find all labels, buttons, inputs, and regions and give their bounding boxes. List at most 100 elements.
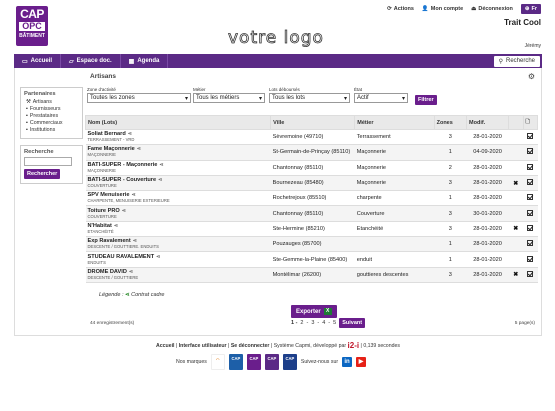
cell-check[interactable] bbox=[523, 205, 538, 222]
cell-check[interactable] bbox=[523, 221, 538, 238]
sidebar-item-fournisseurs[interactable]: ▪ Fournisseurs bbox=[24, 106, 79, 113]
checkbox-checked-icon[interactable] bbox=[527, 179, 534, 186]
col-doc: 🗋 bbox=[522, 115, 539, 130]
col-ville[interactable]: Ville bbox=[270, 115, 356, 130]
page-link[interactable]: 4 bbox=[322, 320, 325, 326]
cell-nom[interactable]: Toiture PRO ⋖ COUVERTURE bbox=[85, 205, 271, 222]
sidebar-item-institutions[interactable]: ▪ Institutions bbox=[24, 127, 79, 134]
brand-logo-1-icon[interactable]: ◠ bbox=[210, 354, 225, 370]
cell-nom[interactable]: N'Habitat ⋖ ETANCHÉITÉ bbox=[85, 221, 271, 238]
menu-accueil[interactable]: ▭ Accueil bbox=[14, 54, 62, 68]
legend-label: Légende : bbox=[99, 292, 124, 298]
page-link[interactable]: 5 bbox=[333, 320, 336, 326]
cell-nom[interactable]: STUDEAU RAVALEMENT ⋖ ENDUITS bbox=[85, 251, 271, 268]
sidebar-item-artisans[interactable]: ⚒ Artisans bbox=[24, 99, 79, 106]
share-icon[interactable]: ⋖ bbox=[158, 177, 162, 183]
table-row[interactable]: BATI-SUPER - Couverture ⋖ COUVERTURE Bourne… bbox=[85, 175, 538, 192]
table-row[interactable]: STUDEAU RAVALEMENT ⋖ ENDUITS Ste-Gemme-la-P… bbox=[85, 251, 538, 268]
share-icon[interactable]: ⋖ bbox=[159, 162, 163, 168]
cell-check[interactable] bbox=[523, 267, 538, 283]
close-icon[interactable]: ✖ bbox=[513, 181, 518, 187]
table-row[interactable]: Exp Ravalement ⋖ DESCENTE / GOUTTIERE. END… bbox=[85, 236, 538, 253]
table-row[interactable]: SPV Menuiserie ⋖ CHARPENTE, MENUISERIE EXT… bbox=[85, 190, 538, 207]
language-button[interactable]: ⊕ Fr bbox=[520, 4, 541, 14]
checkbox-checked-icon[interactable] bbox=[527, 133, 534, 140]
developer-logo-icon[interactable]: i2-i bbox=[348, 341, 360, 350]
cell-check[interactable] bbox=[523, 175, 538, 192]
chevron-down-icon: ▾ bbox=[184, 95, 188, 102]
table-row[interactable]: Toiture PRO ⋖ COUVERTURE Chantonnay (85110)… bbox=[85, 205, 538, 222]
footer-interface-link[interactable]: Interface utilisateur bbox=[179, 343, 227, 349]
checkbox-checked-icon[interactable] bbox=[527, 224, 534, 231]
col-modif[interactable]: Modif. bbox=[466, 115, 510, 130]
sidebar-item-prestataires[interactable]: ▪ Prestataires bbox=[24, 113, 79, 120]
lots-select[interactable]: Tous les lots ▾ bbox=[269, 93, 350, 103]
metier-select[interactable]: Tous les métiers ▾ bbox=[193, 93, 265, 103]
cap-opc-logo[interactable]: CAP OPC BÂTIMENT bbox=[16, 6, 48, 46]
col-zones[interactable]: Zones bbox=[433, 115, 468, 130]
share-icon[interactable]: ⋖ bbox=[156, 254, 160, 260]
close-icon[interactable]: ✖ bbox=[513, 272, 518, 278]
cell-delete[interactable]: ✖ bbox=[508, 175, 524, 192]
filtrer-button[interactable]: Filtrer bbox=[415, 95, 437, 105]
cell-nom[interactable]: SPV Menuiserie ⋖ CHARPENTE, MENUISERIE EXT… bbox=[85, 190, 271, 207]
search-button[interactable]: ⚲ Recherche bbox=[493, 55, 540, 67]
menu-espace-doc[interactable]: ▱ Espace doc. bbox=[61, 54, 121, 68]
checkbox-checked-icon[interactable] bbox=[527, 240, 534, 247]
cell-nom[interactable]: DROME DAVID ⋖ DESCENTE / GOUTTIERE bbox=[85, 267, 271, 283]
table-row[interactable]: DROME DAVID ⋖ DESCENTE / GOUTTIERE Montélim… bbox=[85, 267, 538, 283]
linkedin-icon[interactable]: in bbox=[342, 357, 353, 367]
zone-select[interactable]: Toutes les zones ▾ bbox=[87, 93, 191, 103]
cell-check[interactable] bbox=[523, 129, 538, 146]
table-row[interactable]: Fame Maçonnerie ⋖ MAÇONNERIE St-Germain-de-… bbox=[85, 144, 538, 161]
etat-select[interactable]: Actif ▾ bbox=[354, 93, 408, 103]
cell-nom[interactable]: Exp Ravalement ⋖ DESCENTE / GOUTTIERE. END… bbox=[85, 236, 271, 253]
brand-logo-2-icon[interactable]: CAP bbox=[228, 354, 243, 370]
table-row[interactable]: N'Habitat ⋖ ETANCHÉITÉ Ste-Hermine (85210) E… bbox=[85, 221, 538, 238]
checkbox-checked-icon[interactable] bbox=[527, 163, 534, 170]
share-icon[interactable]: ⋖ bbox=[114, 223, 118, 229]
col-metier[interactable]: Métier bbox=[354, 115, 435, 130]
share-icon[interactable]: ⋖ bbox=[137, 146, 141, 152]
deconnexion-link[interactable]: ⏏ Déconnexion bbox=[471, 6, 513, 12]
checkbox-checked-icon[interactable] bbox=[527, 209, 534, 216]
youtube-icon[interactable]: ▶ bbox=[356, 357, 367, 367]
cell-modif: 28-01-2020 bbox=[466, 160, 509, 176]
cell-nom[interactable]: Fame Maçonnerie ⋖ MAÇONNERIE bbox=[85, 144, 271, 161]
sidebar-search-input[interactable] bbox=[24, 157, 72, 166]
footer-accueil-link[interactable]: Accueil bbox=[156, 343, 174, 349]
close-icon[interactable]: ✖ bbox=[513, 226, 518, 232]
cell-nom[interactable]: BATI-SUPER - Maçonnerie ⋖ MAÇONNERIE bbox=[85, 160, 271, 176]
brand-logo-3-icon[interactable]: CAP bbox=[246, 354, 261, 370]
cell-delete[interactable]: ✖ bbox=[508, 221, 524, 238]
exporter-button[interactable]: Exporter X bbox=[291, 305, 337, 318]
col-nom[interactable]: Nom (Lots) bbox=[84, 115, 272, 130]
cell-check[interactable] bbox=[523, 236, 538, 253]
brand-logo-5-icon[interactable]: CAP bbox=[282, 354, 297, 370]
checkbox-checked-icon[interactable] bbox=[527, 255, 534, 262]
checkbox-checked-icon[interactable] bbox=[527, 270, 534, 277]
suivant-button[interactable]: Suivant bbox=[339, 318, 366, 328]
cell-nom[interactable]: Soliat Bernard ⋖ TERRASSEMENT - VRD bbox=[85, 129, 271, 146]
checkbox-checked-icon[interactable] bbox=[527, 194, 534, 201]
actions-link[interactable]: ⟳ Actions bbox=[387, 6, 414, 12]
sidebar-item-commerciaux[interactable]: ▪ Commerciaux bbox=[24, 120, 79, 127]
checkbox-checked-icon[interactable] bbox=[527, 148, 534, 155]
cell-check[interactable] bbox=[523, 144, 538, 161]
cell-delete[interactable]: ✖ bbox=[508, 267, 524, 283]
menu-agenda[interactable]: ▦ Agenda bbox=[121, 54, 169, 68]
cell-check[interactable] bbox=[523, 160, 538, 176]
rechercher-button[interactable]: Rechercher bbox=[24, 169, 61, 179]
share-icon[interactable]: ⋖ bbox=[122, 208, 126, 214]
cell-check[interactable] bbox=[523, 251, 538, 268]
table-row[interactable]: BATI-SUPER - Maçonnerie ⋖ MAÇONNERIE Chanto… bbox=[85, 160, 538, 176]
gear-icon[interactable]: ⚙ bbox=[528, 72, 535, 81]
brand-logo-4-icon[interactable]: CAP bbox=[264, 354, 279, 370]
table-row[interactable]: Soliat Bernard ⋖ TERRASSEMENT - VRD Sèvremo… bbox=[85, 129, 538, 146]
cell-check[interactable] bbox=[523, 190, 538, 207]
page-link[interactable]: 3 bbox=[311, 320, 314, 326]
footer-deconnecter-link[interactable]: Se déconnecter bbox=[231, 343, 270, 349]
cell-nom[interactable]: BATI-SUPER - Couverture ⋖ COUVERTURE bbox=[85, 175, 271, 192]
mon-compte-link[interactable]: 👤 Mon compte bbox=[422, 6, 463, 12]
page-link[interactable]: 2 bbox=[300, 320, 303, 326]
